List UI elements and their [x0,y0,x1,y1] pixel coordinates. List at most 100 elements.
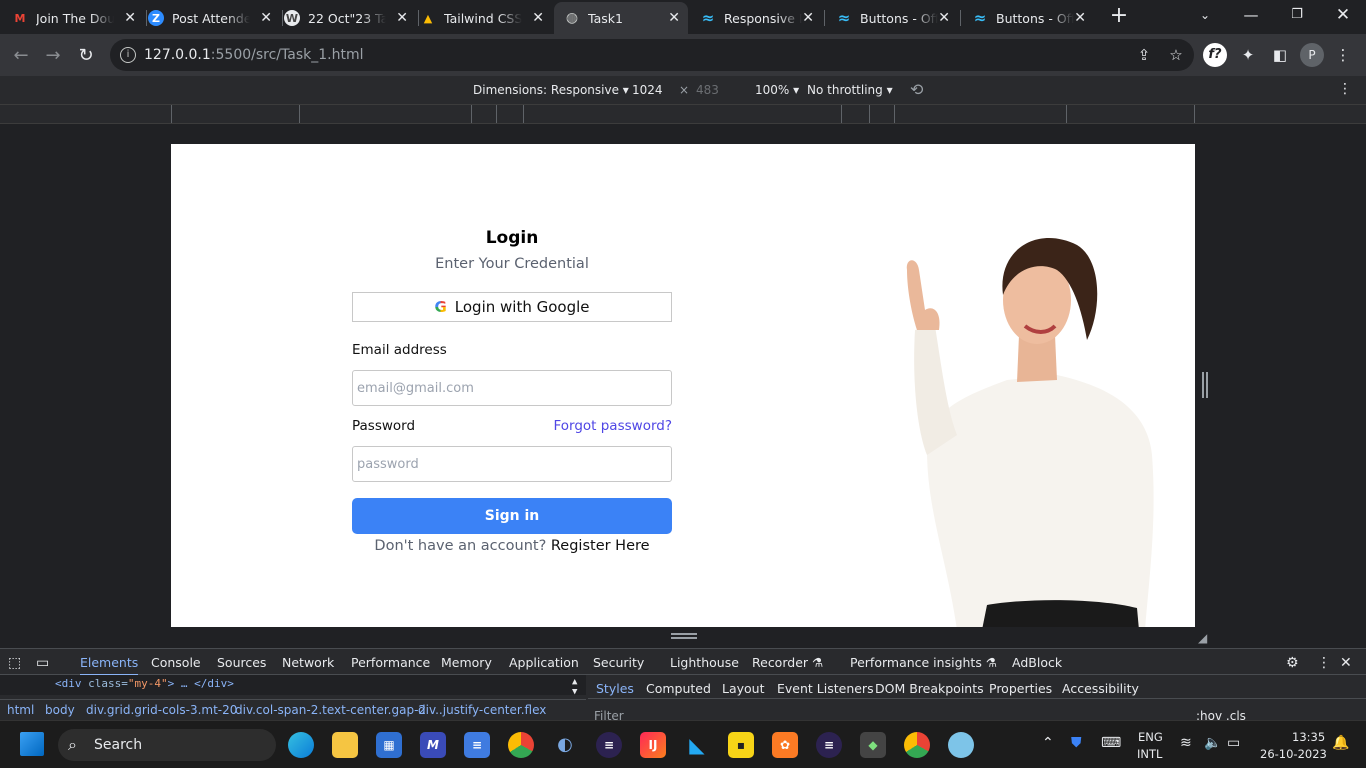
resize-handle-bottom[interactable] [671,633,697,639]
tab-accessibility[interactable]: Accessibility [1062,681,1139,696]
close-window-button[interactable]: ✕ [1320,0,1366,30]
clock-date[interactable]: 26-10-2023 [1260,747,1327,761]
tab-buttons-2[interactable]: ≈ Buttons - Off ✕ [972,2,1094,34]
notepad-icon[interactable]: ≡ [464,732,490,758]
close-icon[interactable]: ✕ [1074,10,1086,26]
wifi-icon[interactable]: ≋ [1180,735,1192,751]
close-icon[interactable]: ✕ [668,10,680,26]
tab-elements[interactable]: Elements [80,655,139,676]
clock-time[interactable]: 13:35 [1292,730,1325,744]
password-field[interactable]: password [352,446,672,482]
crumb-flex[interactable]: div..justify-center.flex [418,703,546,717]
volume-icon[interactable]: 🔈 [1204,735,1221,751]
notifications-icon[interactable]: 🔔 [1332,735,1349,751]
sign-in-button[interactable]: Sign in [352,498,672,534]
tab-task1[interactable]: ◍ Task1 ✕ [554,2,688,34]
language-bottom[interactable]: INTL [1137,747,1162,761]
crumb-col-span[interactable]: div.col-span-2.text-center.gap-2 [235,703,426,717]
restore-button[interactable]: ❐ [1274,0,1320,30]
site-info-icon[interactable]: i [120,47,136,63]
git-icon[interactable]: ◆ [860,732,886,758]
inspect-element-icon[interactable]: ⬚ [8,655,21,671]
tab-adblock[interactable]: AdBlock [1012,655,1062,670]
back-button[interactable]: ← [8,43,34,69]
browser-app-icon[interactable] [948,732,974,758]
tab-properties[interactable]: Properties [989,681,1052,696]
tab-computed[interactable]: Computed [646,681,711,696]
device-toggle-icon[interactable]: ▭ [36,655,49,671]
tab-console[interactable]: Console [151,655,201,670]
menu-kebab-icon[interactable]: ⋮ [1330,43,1356,67]
forgot-password-link[interactable]: Forgot password? [553,418,672,434]
address-bar[interactable]: i 127.0.0.1:5500/src/Task_1.html [110,39,1194,71]
edge-icon[interactable] [288,732,314,758]
tab-application[interactable]: Application [509,655,579,670]
dom-node-line[interactable]: <div class="my-4"> … </div> [55,677,234,690]
crumb-grid[interactable]: div.grid.grid-cols-3.mt-20 [86,703,237,717]
tab-gmail[interactable]: M Join The Dou ✕ [12,2,144,34]
chrome-active-icon[interactable] [904,732,930,758]
scroll-arrows-icon[interactable]: ▲ ▼ [572,677,577,697]
tab-sources[interactable]: Sources [217,655,266,670]
profile-avatar[interactable]: P [1300,43,1324,67]
width-input[interactable]: 1024 [632,83,663,97]
tab-dom-breakpoints[interactable]: DOM Breakpoints [875,681,984,696]
crumb-body[interactable]: body [45,703,75,717]
tab-zoom[interactable]: Z Post Attende ✕ [148,2,280,34]
close-icon[interactable]: ✕ [396,10,408,26]
eclipse-2-icon[interactable]: ≡ [816,732,842,758]
close-icon[interactable]: ✕ [260,10,272,26]
close-devtools-icon[interactable]: ✕ [1340,655,1352,671]
dimensions-select[interactable]: Dimensions: Responsive ▾ [473,83,629,97]
tab-network[interactable]: Network [282,655,334,670]
swap-dimensions-icon[interactable]: × [679,83,689,97]
media-query-ruler[interactable] [0,104,1366,124]
rotate-icon[interactable]: ⟲ [910,80,923,99]
close-icon[interactable]: ✕ [938,10,950,26]
close-icon[interactable]: ✕ [802,10,814,26]
eclipse-icon[interactable]: ≡ [596,732,622,758]
reload-button[interactable]: ↻ [73,43,99,69]
extension-f-icon[interactable]: f? [1203,43,1227,67]
store-icon[interactable]: ▦ [376,732,402,758]
height-input[interactable]: 483 [696,83,719,97]
app-m-icon[interactable]: M [420,732,446,758]
forward-button[interactable]: → [40,43,66,69]
xampp-icon[interactable]: ✿ [772,732,798,758]
resize-handle-right[interactable] [1202,372,1208,398]
google-login-button[interactable]: G Login with Google [352,292,672,322]
tab-buttons-1[interactable]: ≈ Buttons - Off ✕ [836,2,958,34]
minimize-button[interactable]: — [1228,0,1274,30]
intellij-icon[interactable]: IJ [640,732,666,758]
tab-styles[interactable]: Styles [596,681,634,696]
battery-icon[interactable]: ▭ [1227,735,1240,751]
crumb-html[interactable]: html [7,703,34,717]
tray-overflow-icon[interactable]: ⌃ [1042,735,1054,751]
register-link[interactable]: Register Here [551,538,650,554]
dom-tree[interactable]: <div class="my-4"> … </div> ▲ ▼ [0,675,586,697]
language-top[interactable]: ENG [1138,730,1163,744]
side-panel-icon[interactable]: ◧ [1267,43,1293,67]
tab-performance[interactable]: Performance [351,655,430,670]
extensions-puzzle-icon[interactable]: ✦ [1235,43,1261,67]
tab-search-icon[interactable]: ⌄ [1182,0,1228,30]
tab-security[interactable]: Security [593,655,644,670]
sticky-notes-icon[interactable]: ▪ [728,732,754,758]
new-tab-button[interactable]: + [1107,5,1131,29]
tab-lighthouse[interactable]: Lighthouse [670,655,739,670]
tab-layout[interactable]: Layout [722,681,765,696]
tab-memory[interactable]: Memory [441,655,492,670]
chrome-icon[interactable] [508,732,534,758]
share-icon[interactable]: ⇪ [1131,43,1157,67]
taskbar-search[interactable]: ⌕ Search [58,729,276,761]
close-icon[interactable]: ✕ [124,10,136,26]
device-menu-icon[interactable]: ⋮ [1338,81,1352,97]
tab-wordpress[interactable]: W 22 Oct"23 Ta ✕ [284,2,416,34]
mysql-workbench-icon[interactable]: ◐ [552,732,578,758]
resize-corner-icon[interactable]: ◢ [1198,631,1207,645]
bookmark-star-icon[interactable]: ☆ [1163,43,1189,67]
tab-performance-insights[interactable]: Performance insights ⚗ [850,655,997,670]
vscode-icon[interactable]: ◣ [684,732,710,758]
windows-start-icon[interactable] [20,732,44,756]
tab-recorder[interactable]: Recorder ⚗ [752,655,823,670]
